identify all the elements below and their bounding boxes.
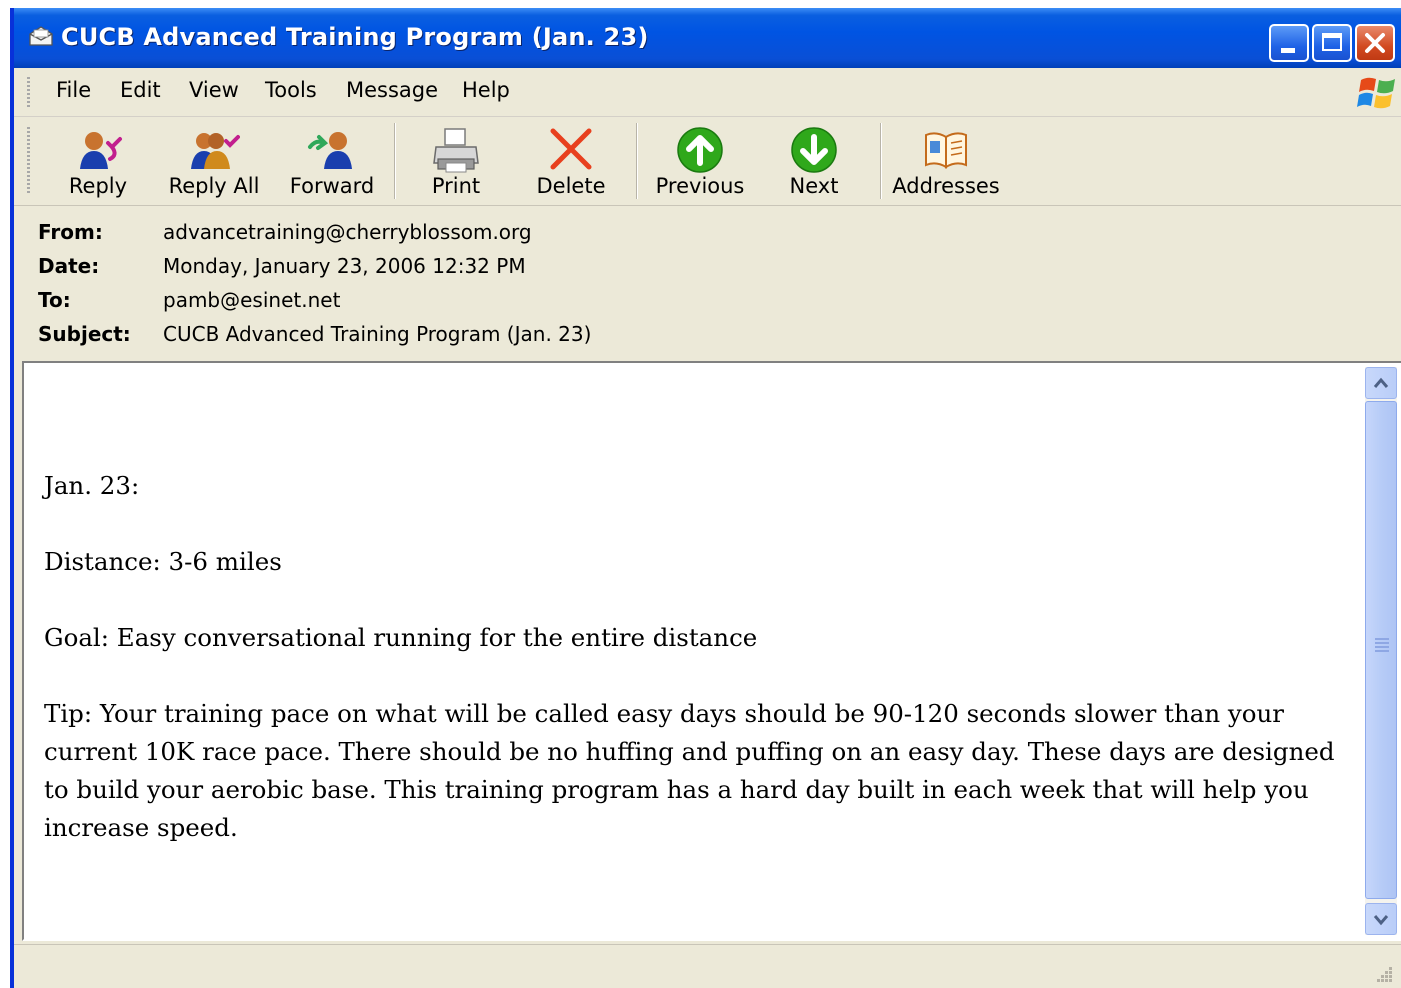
message-distance: Distance: 3-6 miles (44, 547, 282, 576)
reply-all-label: Reply All (168, 174, 260, 198)
previous-button[interactable]: Previous (654, 117, 746, 205)
toolbar-separator (880, 123, 882, 199)
arrow-down-icon (791, 127, 837, 173)
print-button[interactable]: Print (414, 117, 498, 205)
minimize-icon (1281, 48, 1295, 53)
date-label: Date: (38, 254, 100, 278)
to-label: To: (38, 288, 71, 312)
chevron-up-icon (1373, 377, 1389, 388)
reply-button[interactable]: Reply (54, 117, 142, 205)
windows-logo-icon (1357, 77, 1395, 109)
message-tip: Tip: Your training pace on what will be … (44, 699, 1335, 842)
toolbar-separator (394, 123, 396, 199)
from-value[interactable]: advancetraining@cherryblossom.org (163, 220, 532, 244)
title-bar[interactable]: CUCB Advanced Training Program (Jan. 23) (14, 8, 1401, 68)
menu-help[interactable]: Help (462, 78, 510, 102)
from-label: From: (38, 220, 103, 244)
print-label: Print (431, 174, 481, 198)
reply-all-button[interactable]: Reply All (164, 117, 264, 205)
envelope-icon (29, 26, 53, 46)
toolbar: Reply Reply All Forward Print Delete Pre… (14, 117, 1401, 206)
close-icon (1365, 33, 1385, 53)
addresses-label: Addresses (892, 174, 1000, 198)
vertical-scrollbar[interactable] (1365, 367, 1397, 935)
reply-icon (80, 132, 122, 169)
window-title: CUCB Advanced Training Program (Jan. 23) (61, 23, 649, 51)
forward-icon (308, 132, 352, 169)
next-button[interactable]: Next (772, 117, 856, 205)
address-book-icon (925, 132, 967, 169)
menu-grip[interactable] (27, 77, 30, 107)
menu-edit[interactable]: Edit (120, 78, 161, 102)
menu-file[interactable]: File (56, 78, 91, 102)
subject-label: Subject: (38, 322, 131, 346)
maximize-button[interactable] (1312, 24, 1352, 62)
printer-icon (433, 128, 479, 173)
status-bar (14, 944, 1401, 988)
message-body-pane[interactable]: Jan. 23: Distance: 3-6 miles Goal: Easy … (22, 361, 1401, 941)
message-headers: From: advancetraining@cherryblossom.org … (14, 206, 1401, 361)
scroll-grip-icon (1375, 638, 1389, 654)
next-label: Next (789, 174, 839, 198)
subject-value: CUCB Advanced Training Program (Jan. 23) (163, 322, 592, 346)
toolbar-grip[interactable] (27, 127, 30, 195)
previous-label: Previous (655, 174, 745, 198)
arrow-up-icon (677, 127, 723, 173)
menu-tools[interactable]: Tools (265, 78, 317, 102)
menu-bar: File Edit View Tools Message Help (14, 68, 1401, 117)
close-button[interactable] (1355, 24, 1395, 62)
scroll-up-button[interactable] (1365, 367, 1397, 399)
delete-button[interactable]: Delete (524, 117, 618, 205)
toolbar-separator (636, 123, 638, 199)
menu-message[interactable]: Message (346, 78, 438, 102)
to-value[interactable]: pamb@esinet.net (163, 288, 340, 312)
resize-grip-icon[interactable] (1373, 963, 1393, 983)
reply-all-icon (191, 133, 240, 169)
scroll-down-button[interactable] (1365, 903, 1397, 935)
date-value: Monday, January 23, 2006 12:32 PM (163, 254, 526, 278)
maximize-icon (1322, 33, 1342, 51)
reply-label: Reply (68, 174, 128, 198)
delete-label: Delete (536, 174, 606, 198)
mail-window: CUCB Advanced Training Program (Jan. 23)… (10, 8, 1401, 988)
forward-label: Forward (289, 174, 375, 198)
delete-x-icon (550, 128, 592, 170)
message-date-line: Jan. 23: (44, 471, 140, 500)
minimize-button[interactable] (1269, 24, 1309, 62)
addresses-button[interactable]: Addresses (892, 117, 1000, 205)
message-body: Jan. 23: Distance: 3-6 miles Goal: Easy … (44, 467, 1344, 885)
forward-button[interactable]: Forward (282, 117, 382, 205)
menu-view[interactable]: View (189, 78, 239, 102)
message-goal: Goal: Easy conversational running for th… (44, 623, 758, 652)
chevron-down-icon (1373, 915, 1389, 926)
scroll-thumb[interactable] (1365, 401, 1397, 899)
